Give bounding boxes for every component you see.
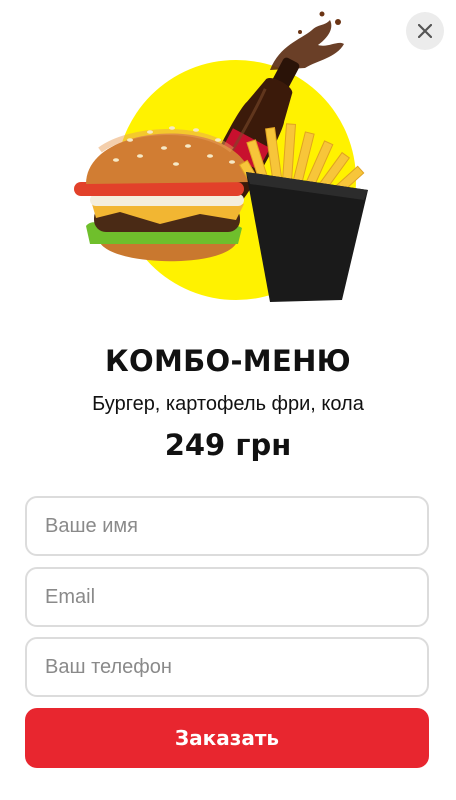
order-button[interactable]: Заказать <box>25 708 429 768</box>
phone-field[interactable] <box>25 637 429 697</box>
product-title: КОМБО-МЕНЮ <box>105 344 351 378</box>
burger <box>74 126 252 262</box>
cola-splash <box>270 11 344 70</box>
product-description: Бургер, картофель фри, кола <box>92 393 364 415</box>
name-field[interactable] <box>25 496 429 556</box>
combo-meal-image <box>74 11 368 302</box>
email-field[interactable] <box>25 567 429 627</box>
product-price: 249 грн <box>164 428 292 462</box>
